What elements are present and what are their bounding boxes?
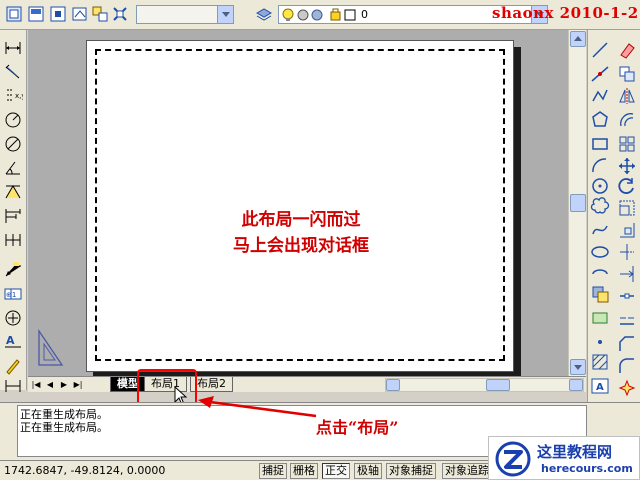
horizontal-scrollbar[interactable] — [385, 378, 584, 392]
continue-dimension-icon[interactable] — [3, 230, 23, 250]
scroll-down-button[interactable] — [570, 359, 586, 375]
circle-icon[interactable] — [590, 176, 610, 196]
scroll-thumb[interactable] — [570, 194, 586, 212]
quick-dimension-icon[interactable] — [3, 182, 23, 202]
ellipse-icon[interactable] — [590, 242, 610, 262]
tolerance-icon[interactable]: ⊕1 — [3, 284, 23, 304]
site-logo: 这里教程网 herecours.com — [488, 436, 640, 480]
ortho-toggle[interactable]: 正交 — [322, 463, 350, 479]
scroll-left-button[interactable] — [386, 379, 400, 391]
layer-status-icons — [282, 8, 356, 21]
stretch-icon[interactable] — [617, 220, 637, 240]
author-watermark: shaonx 2010-1-2 — [492, 4, 639, 22]
chevron-down-icon[interactable] — [217, 6, 233, 23]
fillet-icon[interactable] — [617, 356, 637, 376]
dimension-text-edit-icon[interactable] — [3, 356, 23, 376]
make-block-icon[interactable] — [590, 308, 610, 328]
mirror-icon[interactable] — [617, 86, 637, 106]
quick-leader-icon[interactable] — [3, 260, 23, 280]
previous-tab-icon[interactable]: ◀ — [44, 379, 56, 390]
multiline-text-icon[interactable]: A — [590, 376, 610, 396]
spline-icon[interactable] — [590, 220, 610, 240]
next-tab-icon[interactable]: ▶ — [58, 379, 70, 390]
site-logo-icon — [495, 441, 531, 477]
construction-line-icon[interactable] — [590, 64, 610, 84]
drawing-canvas[interactable]: 此布局一闪而过 马上会出现对话框 — [28, 30, 568, 379]
layers-stack-icon[interactable] — [254, 4, 274, 24]
layer-walk-icon[interactable] — [110, 4, 130, 24]
polar-toggle[interactable]: 极轴 — [354, 463, 382, 479]
break-icon[interactable] — [617, 286, 637, 306]
match-layer-icon[interactable] — [70, 4, 90, 24]
grid-toggle[interactable]: 栅格 — [290, 463, 318, 479]
svg-text:A: A — [596, 382, 604, 393]
arc-icon[interactable] — [590, 156, 610, 176]
point-icon[interactable] — [590, 332, 610, 352]
join-icon[interactable] — [617, 310, 637, 330]
layer-name: 0 — [361, 8, 368, 21]
rectangle-icon[interactable] — [590, 134, 610, 154]
offset-icon[interactable] — [617, 110, 637, 130]
svg-text:x,y: x,y — [15, 92, 23, 100]
diameter-dimension-icon[interactable] — [3, 134, 23, 154]
layout-paper: 此布局一闪而过 马上会出现对话框 — [86, 40, 514, 372]
overlay-message-line-1: 此布局一闪而过 — [241, 210, 361, 230]
cursor-coordinates: 1742.6847, -49.8124, 0.0000 — [4, 464, 166, 477]
layer-previous-icon[interactable] — [48, 4, 68, 24]
line-icon[interactable] — [590, 40, 610, 60]
polyline-icon[interactable] — [590, 86, 610, 106]
polygon-icon[interactable] — [590, 110, 610, 130]
insert-block-icon[interactable] — [590, 284, 610, 304]
chamfer-icon[interactable] — [617, 334, 637, 354]
baseline-dimension-icon[interactable] — [3, 206, 23, 226]
last-tab-icon[interactable]: ▶| — [72, 379, 84, 390]
svg-text:⊕1: ⊕1 — [6, 291, 16, 299]
layer-manager-icon[interactable] — [4, 4, 24, 24]
workspace-combo[interactable] — [136, 5, 234, 24]
dimension-update-icon[interactable] — [3, 376, 23, 396]
horizontal-scroll-thumb[interactable] — [486, 379, 510, 391]
erase-icon[interactable] — [617, 40, 637, 60]
radius-dimension-icon[interactable] — [3, 110, 23, 130]
dimension-edit-icon[interactable]: A — [3, 332, 23, 352]
overlay-message-line-2: 马上会出现对话框 — [233, 236, 369, 256]
vertical-scrollbar[interactable] — [568, 30, 586, 376]
trim-icon[interactable] — [617, 242, 637, 262]
scroll-right-button[interactable] — [569, 379, 583, 391]
hatch-icon[interactable] — [590, 352, 610, 372]
first-tab-icon[interactable]: |◀ — [30, 379, 42, 390]
aligned-dimension-icon[interactable] — [3, 62, 23, 82]
ellipse-arc-icon[interactable] — [590, 264, 610, 284]
osnap-toggle[interactable]: 对象捕捉 — [386, 463, 436, 479]
site-logo-url: herecours.com — [541, 462, 633, 475]
top-toolbar: 0 shaonx 2010-1-2 — [0, 0, 640, 30]
copy-icon[interactable] — [617, 64, 637, 84]
callout-arrow-icon — [198, 396, 317, 418]
scroll-up-button[interactable] — [570, 31, 586, 47]
otrack-toggle[interactable]: 对象追踪 — [442, 463, 492, 479]
layout-tab-bar: |◀ ◀ ▶ ▶| 模型 布局1 布局2 — [28, 376, 586, 392]
site-logo-name: 这里教程网 — [537, 443, 613, 461]
rotate-icon[interactable] — [617, 176, 637, 196]
callout-text: 点击“布局” — [316, 418, 399, 437]
svg-text:A: A — [6, 334, 15, 347]
paper-space-ucs-icon — [38, 328, 64, 366]
revision-cloud-icon[interactable] — [590, 196, 610, 216]
snap-toggle[interactable]: 捕捉 — [259, 463, 287, 479]
scale-icon[interactable] — [617, 198, 637, 218]
layer-state-icon[interactable] — [26, 4, 46, 24]
extend-icon[interactable] — [617, 264, 637, 284]
move-icon[interactable] — [617, 156, 637, 176]
layer-isolate-icon[interactable] — [90, 4, 110, 24]
center-mark-icon[interactable] — [3, 308, 23, 328]
ordinate-dimension-icon[interactable]: x,y — [3, 86, 23, 106]
linear-dimension-icon[interactable] — [3, 38, 23, 58]
explode-icon[interactable] — [617, 378, 637, 398]
right-draw-modify-toolbars: A — [587, 30, 640, 402]
left-dimension-toolbar: x,y ⊕1 A — [0, 30, 27, 392]
array-icon[interactable] — [617, 134, 637, 154]
angular-dimension-icon[interactable] — [3, 158, 23, 178]
